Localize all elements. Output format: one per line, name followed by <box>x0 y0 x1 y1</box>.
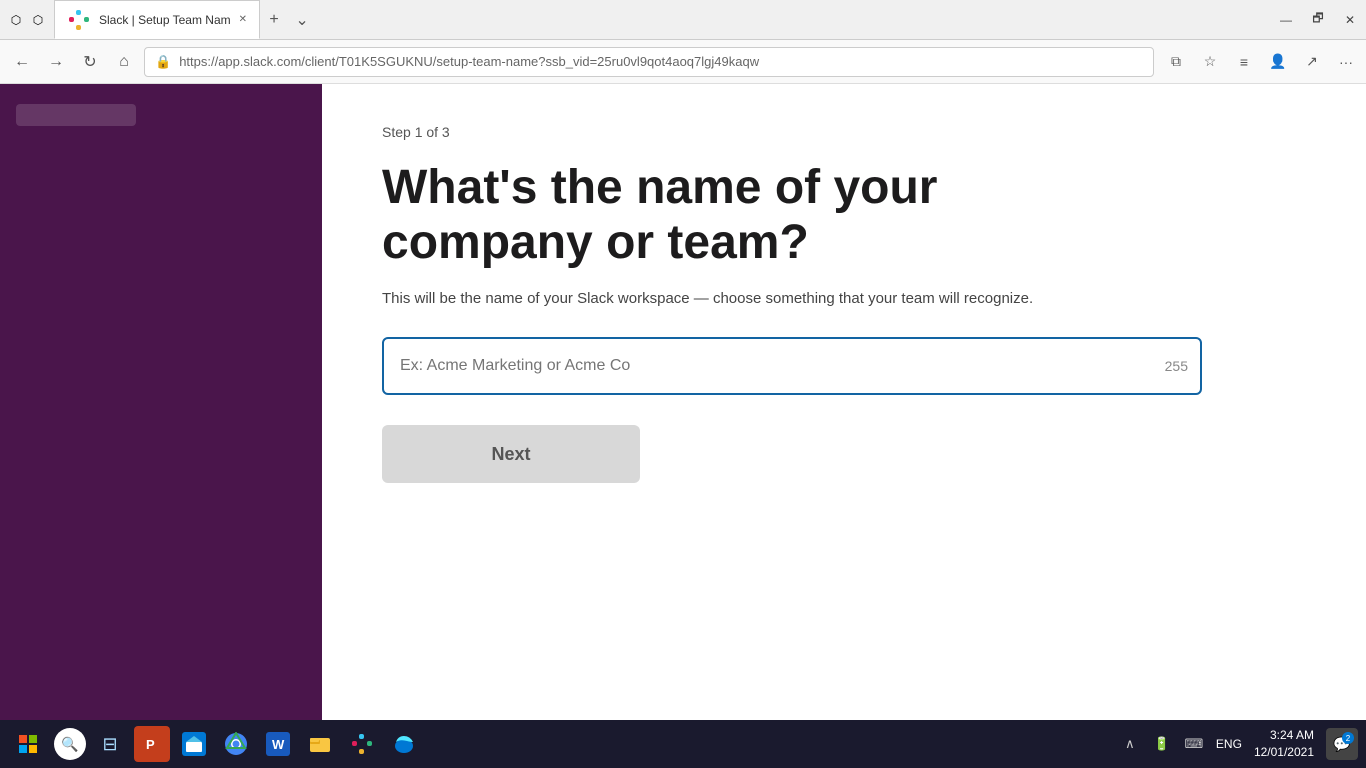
titlebar-window-controls: — 🗗 ✕ <box>1278 12 1358 28</box>
chevron-up-icon[interactable]: ∧ <box>1120 734 1140 754</box>
bookmark-icon[interactable]: ☆ <box>1198 50 1222 74</box>
next-button[interactable]: Next <box>382 425 640 483</box>
svg-text:P: P <box>146 737 155 752</box>
active-tab[interactable]: Slack | Setup Team Nam ✕ <box>54 0 260 39</box>
slack-taskbar-button[interactable] <box>344 726 380 762</box>
language-indicator: ENG <box>1216 737 1242 751</box>
share-icon[interactable]: ↗ <box>1300 50 1324 74</box>
windows-logo-icon <box>18 734 38 754</box>
close-window-button[interactable]: ✕ <box>1342 12 1358 28</box>
notification-button[interactable]: 💬 2 <box>1326 728 1358 760</box>
notification-badge: 2 <box>1342 732 1354 744</box>
tab-dropdown-button[interactable]: ⌄ <box>288 6 316 34</box>
page-description: This will be the name of your Slack work… <box>382 290 1182 307</box>
more-options-icon[interactable]: ··· <box>1334 50 1358 74</box>
refresh-button[interactable]: ↻ <box>76 48 104 76</box>
powerpoint-app-button[interactable]: P <box>134 726 170 762</box>
time-text: 3:24 AM <box>1254 727 1314 744</box>
minimize-button[interactable]: — <box>1278 12 1294 28</box>
page-heading: What's the name of your company or team? <box>382 160 1202 270</box>
char-count-display: 255 <box>1165 358 1188 374</box>
store-icon <box>182 732 206 756</box>
search-button[interactable]: 🔍 <box>54 728 86 760</box>
clock-display: 3:24 AM 12/01/2021 <box>1254 727 1314 761</box>
slack-taskbar-icon <box>350 732 374 756</box>
lock-icon: 🔒 <box>155 54 171 70</box>
new-tab-button[interactable]: + <box>260 6 288 34</box>
battery-icon: 🔋 <box>1152 734 1172 754</box>
address-input[interactable]: 🔒 https://app.slack.com/client/T01K5SGUK… <box>144 47 1154 77</box>
start-button[interactable] <box>8 724 48 764</box>
explorer-icon <box>308 732 332 756</box>
word-button[interactable]: W <box>260 726 296 762</box>
step-indicator: Step 1 of 3 <box>382 124 1306 140</box>
edge-button[interactable] <box>386 726 422 762</box>
svg-text:W: W <box>272 737 285 752</box>
title-bar: ⬡ ⬡ Slack | Setup Team Nam ✕ + ⌄ — 🗗 ✕ <box>0 0 1366 40</box>
edge-icon <box>392 732 416 756</box>
taskbar-system-tray: ∧ 🔋 ⌨ ENG 3:24 AM 12/01/2021 💬 2 <box>1120 727 1358 761</box>
url-text: https://app.slack.com/client/T01K5SGUKNU… <box>179 54 1143 69</box>
tab-bar: Slack | Setup Team Nam ✕ + ⌄ <box>54 0 1270 39</box>
titlebar-left: ⬡ ⬡ <box>8 12 46 28</box>
sidebar-logo <box>16 104 136 126</box>
back-button[interactable]: ← <box>8 48 36 76</box>
address-bar: ← → ↻ ⌂ 🔒 https://app.slack.com/client/T… <box>0 40 1366 84</box>
collections-icon[interactable]: ≡ <box>1232 50 1256 74</box>
split-screen-icon[interactable]: ⧉ <box>1164 50 1188 74</box>
maximize-button[interactable]: 🗗 <box>1310 12 1326 28</box>
sidebar <box>0 84 322 720</box>
forward-button[interactable]: → <box>42 48 70 76</box>
addressbar-icons: ⧉ ☆ ≡ 👤 ↗ ··· <box>1164 50 1358 74</box>
content-area: Step 1 of 3 What's the name of your comp… <box>322 84 1366 720</box>
back-history-icon[interactable]: ⬡ <box>8 12 24 28</box>
powerpoint-icon: P <box>140 732 164 756</box>
date-text: 12/01/2021 <box>1254 744 1314 761</box>
microsoft-store-button[interactable] <box>176 726 212 762</box>
taskbar: 🔍 ⊟ P W <box>0 720 1366 768</box>
chrome-button[interactable] <box>218 726 254 762</box>
slack-favicon-icon <box>67 8 91 32</box>
chrome-icon <box>224 732 248 756</box>
profile-icon[interactable]: 👤 <box>1266 50 1290 74</box>
keyboard-icon[interactable]: ⌨ <box>1184 734 1204 754</box>
word-icon: W <box>266 732 290 756</box>
tab-close-button[interactable]: ✕ <box>239 14 247 25</box>
team-name-input[interactable] <box>382 337 1202 395</box>
file-explorer-button[interactable] <box>302 726 338 762</box>
task-view-button[interactable]: ⊟ <box>92 726 128 762</box>
main-layout: Step 1 of 3 What's the name of your comp… <box>0 84 1366 720</box>
team-name-input-wrapper: 255 <box>382 337 1202 395</box>
tab-title: Slack | Setup Team Nam <box>99 13 231 27</box>
home-button[interactable]: ⌂ <box>110 48 138 76</box>
forward-history-icon[interactable]: ⬡ <box>30 12 46 28</box>
